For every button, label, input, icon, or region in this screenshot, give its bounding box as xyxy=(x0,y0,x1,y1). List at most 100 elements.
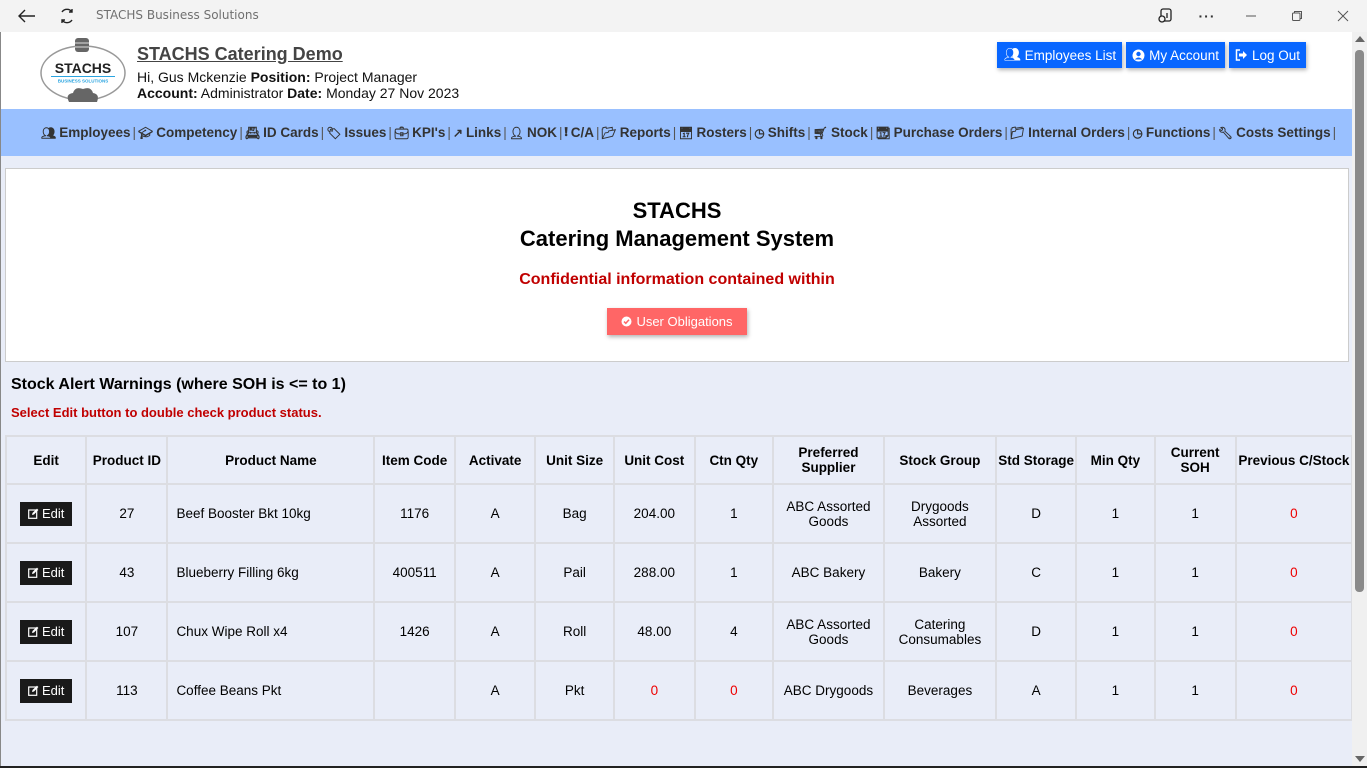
close-window-button[interactable] xyxy=(1328,4,1358,28)
scroll-thumb[interactable] xyxy=(1355,50,1364,592)
preferred-supplier-cell: ABC Bakery xyxy=(772,542,885,603)
column-header: Activate xyxy=(454,435,537,485)
menu-label: Functions xyxy=(1145,125,1211,140)
scroll-down-arrow[interactable] xyxy=(1355,756,1365,762)
menu-label: Rosters xyxy=(696,125,747,140)
edit-cell: Edit xyxy=(4,660,88,721)
more-icon: ··· xyxy=(1198,8,1216,24)
menu-label: KPI's xyxy=(412,125,446,140)
activate-cell: A xyxy=(454,660,537,721)
preferred-supplier-cell: ABC Assorted Goods xyxy=(772,601,885,662)
column-header: Edit xyxy=(4,435,88,485)
table-row: Edit 27 Beef Booster Bkt 10kg 1176 A Bag 204.0… xyxy=(4,483,1352,544)
menu-item-internal-orders[interactable]: 📁︎ Internal Orders xyxy=(1010,125,1127,140)
minimize-button[interactable] xyxy=(1236,4,1266,28)
activate-cell: A xyxy=(454,542,537,603)
browser-title: STACHS Business Solutions xyxy=(96,8,259,22)
menu-label: Reports xyxy=(619,125,671,140)
site-title-link[interactable]: STACHS Catering Demo xyxy=(137,44,343,65)
edit-icon xyxy=(28,567,39,578)
edit-cell: Edit xyxy=(4,483,88,544)
menu-item-stock[interactable]: 🛒︎ Stock xyxy=(813,125,870,140)
preferred-supplier-cell: ABC Drygoods xyxy=(772,660,885,721)
menu-item-shifts[interactable]: ◷ Shifts xyxy=(754,125,807,140)
menu-item-id-cards[interactable]: 📇︎ ID Cards xyxy=(245,125,321,140)
table-header-row: Edit Product ID Product Name Item Code Activ… xyxy=(4,435,1352,485)
menu-label: Employees xyxy=(59,125,131,140)
menu-label: C/A xyxy=(570,125,594,140)
user-circle-icon xyxy=(1132,49,1145,61)
column-header: Product ID xyxy=(85,435,169,485)
unit-cost-cell: 0 xyxy=(613,660,696,721)
menu-divider: | xyxy=(447,125,451,140)
column-header: Min Qty xyxy=(1075,435,1156,485)
edit-button[interactable]: Edit xyxy=(19,501,73,526)
edit-button[interactable]: Edit xyxy=(19,560,73,585)
my-account-button[interactable]: My Account xyxy=(1126,42,1225,68)
ctn-qty-cell: 1 xyxy=(693,483,775,544)
menu-label: Competency xyxy=(156,125,238,140)
unit-size-cell: Pail xyxy=(534,542,616,603)
immersive-reader-button[interactable] xyxy=(1150,4,1180,28)
menu-item-competency[interactable]: 🎓︎ Competency xyxy=(138,125,239,140)
stachs-logo[interactable]: STACHS BUSINESS SOLUTIONS xyxy=(37,36,129,106)
back-button[interactable] xyxy=(16,5,38,27)
menu-item-rosters[interactable]: 📅︎ Rosters xyxy=(678,125,749,140)
product-name-cell: Beef Booster Bkt 10kg xyxy=(166,483,376,544)
clock-icon: ◷ xyxy=(754,125,765,140)
user-obligations-button[interactable]: User Obligations xyxy=(607,308,747,335)
product-name-cell: Blueberry Filling 6kg xyxy=(166,542,376,603)
restore-icon xyxy=(1292,11,1302,21)
vertical-scrollbar[interactable] xyxy=(1352,32,1367,768)
greeting: Hi, Gus Mckenzie xyxy=(137,69,247,85)
header: STACHS BUSINESS SOLUTIONS STACHS Caterin… xyxy=(1,32,1352,109)
calendar-plus-icon: 📆︎ xyxy=(875,125,891,140)
employees-list-button[interactable]: 👥︎ Employees List xyxy=(997,42,1123,68)
reload-button[interactable] xyxy=(56,5,78,27)
menu-item-purchase-orders[interactable]: 📆︎ Purchase Orders xyxy=(875,125,1004,140)
menu-label: ID Cards xyxy=(263,125,319,140)
menu-item-ca[interactable]: ❗︎ C/A xyxy=(564,125,596,140)
activate-cell: A xyxy=(454,601,537,662)
svg-text:BUSINESS SOLUTIONS: BUSINESS SOLUTIONS xyxy=(58,79,109,84)
menu-item-kpis[interactable]: 💼︎ KPI's xyxy=(394,125,447,140)
employees-list-label: Employees List xyxy=(1024,47,1117,63)
stock-alert-table: Edit Product ID Product Name Item Code Activ… xyxy=(4,435,1352,721)
activate-cell: A xyxy=(454,483,537,544)
edit-button[interactable]: Edit xyxy=(19,619,73,644)
scroll-up-arrow[interactable] xyxy=(1355,36,1365,42)
log-out-button[interactable]: Log Out xyxy=(1228,42,1306,68)
table-row: Edit 43 Blueberry Filling 6kg 400511 A Pail 28… xyxy=(4,542,1352,603)
menu-item-functions[interactable]: ◷ Functions xyxy=(1132,125,1212,140)
menu-item-employees[interactable]: 👥︎ Employees xyxy=(41,125,133,140)
sign-out-icon xyxy=(1235,49,1247,61)
menu-item-nok[interactable]: 👤︎ NOK xyxy=(509,125,559,140)
reload-icon xyxy=(61,8,73,24)
restore-button[interactable] xyxy=(1282,4,1312,28)
menu-item-reports[interactable]: 📂︎ Reports xyxy=(602,125,673,140)
user-icon: 👤︎ xyxy=(508,125,524,140)
table-row: Edit 107 Chux Wipe Roll x4 1426 A Roll 48.00 4 A… xyxy=(4,601,1352,662)
edit-label: Edit xyxy=(41,565,65,580)
edit-label: Edit xyxy=(41,506,65,521)
edit-cell: Edit xyxy=(4,601,88,662)
menu-item-costs-settings[interactable]: 🔧︎ Costs Settings xyxy=(1218,125,1333,140)
more-button[interactable]: ··· xyxy=(1192,4,1222,28)
users-icon: 👥︎ xyxy=(1003,47,1021,62)
std-storage-cell: D xyxy=(995,483,1078,544)
check-circle-icon xyxy=(621,316,632,327)
column-header: Item Code xyxy=(373,435,457,485)
banner-title-line1: STACHS xyxy=(632,198,722,223)
previous-c-stock-cell: 0 xyxy=(1234,542,1352,603)
menu-item-issues[interactable]: 🏷︎ Issues xyxy=(326,125,388,140)
edit-label: Edit xyxy=(41,683,65,698)
confidential-notice: Confidential information contained withi… xyxy=(519,271,835,288)
menu-label: NOK xyxy=(526,125,557,140)
position-label: Position: xyxy=(250,69,311,85)
menu-item-links[interactable]: ↗ Links xyxy=(453,125,503,140)
ctn-qty-cell: 1 xyxy=(693,542,775,603)
edit-button[interactable]: Edit xyxy=(19,678,73,703)
product-id-cell: 27 xyxy=(85,483,169,544)
menu-divider: | xyxy=(239,125,243,140)
wrench-icon: 🔧︎ xyxy=(1217,125,1234,140)
